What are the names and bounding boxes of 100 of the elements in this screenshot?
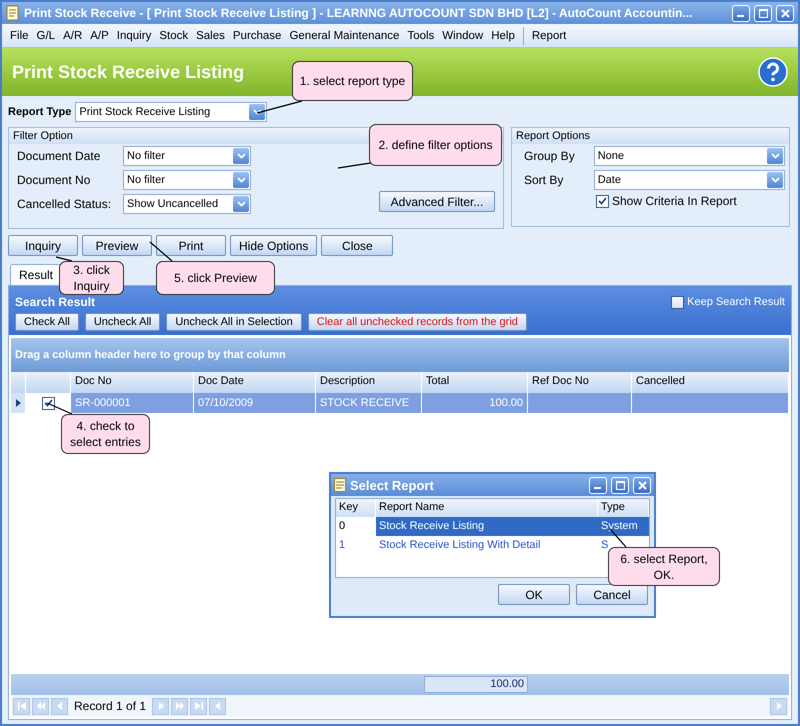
double-right-icon	[176, 702, 184, 710]
menu-item[interactable]: G/L	[32, 28, 60, 44]
column-header[interactable]: Description	[316, 372, 422, 393]
search-result-title: Search Result	[15, 295, 96, 309]
checkbox-label: Show Criteria In Report	[612, 194, 737, 208]
field-label: Group By	[524, 149, 576, 163]
field-label: Document No	[17, 173, 92, 187]
record-counter: Record 1 of 1	[74, 699, 146, 713]
left-icon	[56, 702, 64, 710]
grid-button[interactable]: Check All	[15, 313, 79, 331]
app-icon	[6, 5, 20, 21]
advanced-filter-button[interactable]: Advanced Filter...	[379, 191, 495, 212]
column-header[interactable]: Cancelled	[632, 372, 789, 393]
leader-line	[45, 401, 74, 416]
report-type-label: Report Type	[8, 106, 72, 118]
checkbox-label: Keep Search Result	[687, 296, 785, 308]
minimize-button[interactable]	[589, 476, 607, 494]
maximize-icon	[616, 480, 624, 490]
column-header[interactable]: Report Name	[376, 499, 598, 517]
list-cell[interactable]: Stock Receive Listing	[376, 517, 598, 536]
grid-button[interactable]: Uncheck All	[84, 313, 160, 331]
right-icon	[774, 702, 782, 710]
menu-item[interactable]: File	[6, 28, 33, 44]
leader-line	[54, 255, 74, 263]
grid-button[interactable]: Uncheck All in Selection	[166, 313, 302, 331]
column-header[interactable]: Key	[336, 499, 376, 517]
action-button[interactable]: Close	[321, 235, 394, 256]
list-cell[interactable]: 0	[336, 517, 376, 536]
dialog-button[interactable]: Cancel	[576, 584, 648, 605]
keep-result-checkbox[interactable]	[671, 296, 684, 308]
menu-item[interactable]: A/P	[86, 28, 113, 44]
filter-dropdown[interactable]: No filter	[123, 170, 251, 190]
menu-item[interactable]: Purchase	[228, 28, 286, 44]
option-dropdown[interactable]: None	[594, 146, 785, 166]
menu-item[interactable]: Report	[528, 28, 570, 44]
row-pointer-icon	[16, 399, 20, 407]
list-cell[interactable]: 1	[336, 536, 376, 555]
menu-item[interactable]: Window	[438, 28, 488, 44]
menu-item[interactable]: Inquiry	[112, 28, 156, 44]
column-header[interactable]: Doc Date	[194, 372, 316, 393]
action-button[interactable]: Hide Options	[230, 235, 318, 256]
filter-dropdown[interactable]: Show Uncancelled	[123, 194, 251, 214]
right-icon	[156, 702, 165, 710]
total-cell: 100.00	[424, 676, 528, 693]
action-button[interactable]: Print	[156, 235, 226, 256]
callout-note: 4. check to select entries	[61, 414, 150, 454]
menu-item[interactable]: Stock	[155, 28, 192, 44]
report-icon	[334, 478, 346, 492]
list-cell[interactable]: System	[598, 517, 649, 536]
window-title: Print Stock Receive - [ Print Stock Receive Listing ] - LEARNNG AUTOCOUNT SDN BHD [L2] - AutoCount Accountin...	[24, 6, 694, 20]
close-icon	[638, 480, 646, 490]
table-cell: 07/10/2009	[194, 393, 316, 413]
maximize-button[interactable]	[754, 4, 772, 22]
result-tab[interactable]: Result	[10, 264, 62, 285]
menu-item[interactable]: A/R	[59, 28, 86, 44]
action-button[interactable]: Preview	[82, 235, 152, 256]
action-button[interactable]: Inquiry	[8, 235, 78, 256]
callout-note: 5. click Preview	[156, 261, 275, 295]
row-checkbox[interactable]	[42, 396, 54, 410]
dialog-button[interactable]: OK	[498, 584, 570, 605]
field-label: Document Date	[17, 149, 102, 163]
table-cell: SR-000001	[71, 393, 194, 413]
help-icon[interactable]	[758, 57, 788, 87]
field-label: Cancelled Status:	[17, 197, 112, 211]
column-header[interactable]: Total	[422, 372, 528, 393]
callout-note: 1. select report type	[292, 61, 413, 101]
callout-note: 3. click Inquiry	[59, 261, 124, 295]
maximize-button[interactable]	[611, 476, 629, 494]
minimize-button[interactable]	[732, 4, 750, 22]
table-cell: 100.00	[422, 393, 528, 413]
table-cell: STOCK RECEIVE	[316, 393, 422, 413]
menu-item[interactable]: Sales	[192, 28, 229, 44]
column-header[interactable]: Type	[598, 499, 649, 517]
column-header[interactable]: Doc No	[71, 372, 194, 393]
clear-records-button[interactable]: Clear all unchecked records from the grid	[308, 313, 527, 331]
maximize-icon	[758, 8, 768, 18]
menu-item[interactable]: General Maintenance	[285, 28, 404, 44]
column-header[interactable]: Ref Doc No	[528, 372, 632, 393]
close-icon	[780, 8, 790, 18]
show-criteria-checkbox[interactable]	[596, 194, 609, 208]
filter-dropdown[interactable]: No filter	[123, 146, 251, 166]
callout-note: 6. select Report, OK.	[608, 547, 720, 586]
close-button[interactable]	[776, 4, 794, 22]
field-label: Sort By	[524, 173, 564, 187]
menu-item[interactable]: Help	[487, 28, 519, 44]
leader-line	[148, 240, 174, 263]
list-cell[interactable]: Stock Receive Listing With Detail	[376, 536, 598, 555]
double-left-icon	[36, 702, 44, 710]
first-icon	[18, 702, 26, 710]
group-by-area: Drag a column header here to group by that column	[11, 338, 789, 372]
last-icon	[194, 702, 203, 710]
dialog-title: Select Report	[350, 478, 435, 492]
panel-title: Report Options	[512, 128, 789, 144]
menu-item[interactable]: Tools	[403, 28, 438, 44]
close-button[interactable]	[633, 476, 651, 494]
option-dropdown[interactable]: Date	[594, 170, 785, 190]
report-type-dropdown[interactable]: Print Stock Receive Listing	[75, 102, 268, 122]
leader-line	[255, 99, 304, 115]
page-title: Print Stock Receive Listing	[12, 62, 244, 82]
left-icon	[214, 702, 222, 710]
